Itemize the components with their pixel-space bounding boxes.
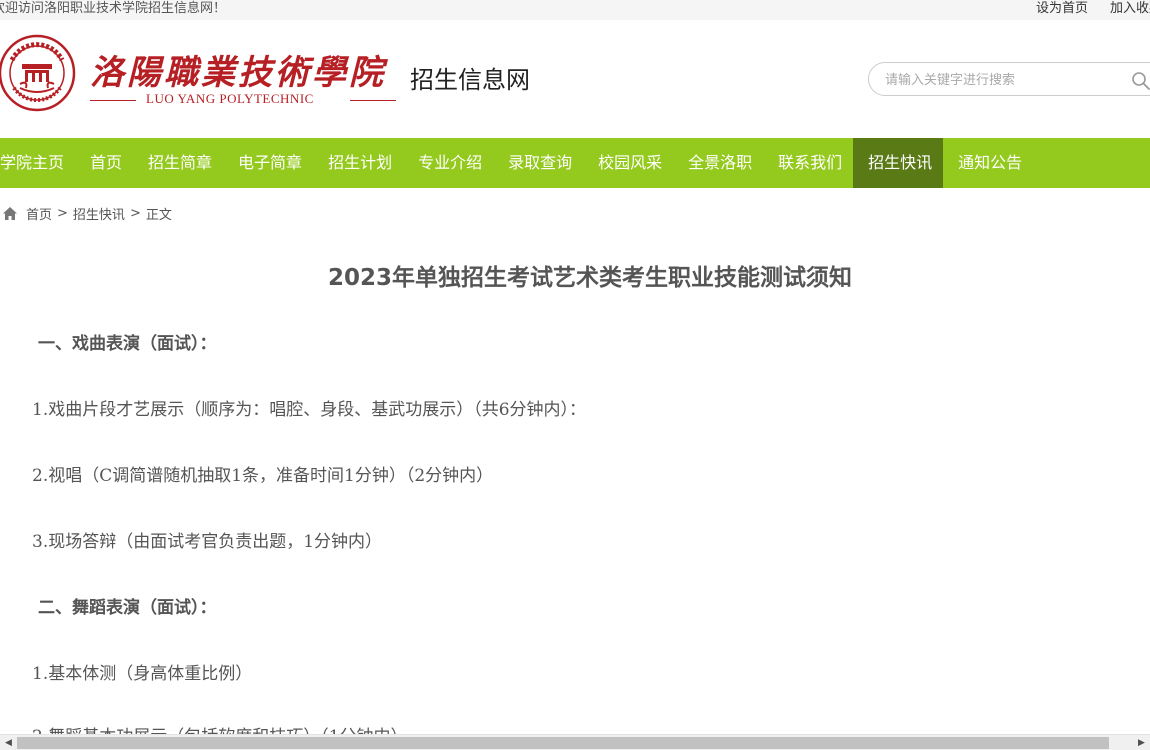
site-title: 招生信息网: [410, 66, 530, 94]
nav-item-contact[interactable]: 联系我们: [763, 138, 853, 188]
horizontal-scrollbar[interactable]: ◀ ▶: [0, 734, 1150, 750]
breadcrumb-home[interactable]: 首页: [26, 204, 52, 223]
welcome-text: 欢迎访问洛阳职业技术学院招生信息网！: [0, 1, 227, 16]
divider: [350, 100, 396, 101]
breadcrumb-current: 正文: [145, 208, 172, 223]
college-name-en: LUO YANG POLYTECHNIC: [146, 91, 314, 106]
nav-item-admission-brochure[interactable]: 招生简章: [133, 138, 223, 188]
breadcrumb: 首页 > 招生快讯 > 正文: [2, 204, 172, 223]
article-paragraph: 2.视唱（C调简谱随机抽取1条，准备时间1分钟）（2分钟内）: [32, 466, 494, 486]
college-name-en-wrap: LUO YANG POLYTECHNIC: [90, 90, 396, 110]
nav-item-home[interactable]: 首页: [75, 138, 133, 188]
scroll-left-arrow-icon[interactable]: ◀: [0, 735, 17, 750]
main-nav: 学院主页 首页 招生简章 电子简章 招生计划 专业介绍 录取查询 校园风采 全景…: [0, 138, 1150, 188]
search-box: [868, 62, 1150, 96]
search-icon[interactable]: [1131, 71, 1150, 91]
article-paragraph: 1.戏曲片段才艺展示（顺序为：唱腔、身段、基武功展示）（共6分钟内）：: [32, 400, 587, 420]
top-links: 设为首页 加入收藏: [1014, 0, 1150, 16]
section-heading: 一、戏曲表演（面试）：: [38, 334, 217, 354]
home-icon: [3, 207, 17, 220]
divider: [90, 100, 136, 101]
scroll-right-arrow-icon[interactable]: ▶: [1133, 735, 1150, 750]
nav-item-majors[interactable]: 专业介绍: [403, 138, 493, 188]
breadcrumb-separator: >: [57, 206, 68, 221]
article-title: 2023年单独招生考试艺术类考生职业技能测试须知: [327, 265, 852, 291]
nav-item-panorama[interactable]: 全景洛职: [673, 138, 763, 188]
nav-item-enrollment-plan[interactable]: 招生计划: [313, 138, 403, 188]
nav-item-admission-news[interactable]: 招生快讯: [853, 138, 944, 188]
nav-item-admission-query[interactable]: 录取查询: [493, 138, 583, 188]
nav-item-notices[interactable]: 通知公告: [943, 138, 1033, 188]
college-seal-icon[interactable]: [0, 34, 76, 112]
breadcrumb-section[interactable]: 招生快讯: [73, 204, 125, 223]
set-home-link[interactable]: 设为首页: [1036, 1, 1088, 16]
search-input[interactable]: [885, 70, 1115, 90]
article-paragraph: 3.现场答辩（由面试考官负责出题，1分钟内）: [32, 532, 383, 552]
nav-item-e-brochure[interactable]: 电子简章: [223, 138, 313, 188]
college-name-cn[interactable]: 洛陽職業技術學院: [90, 45, 386, 94]
breadcrumb-separator: >: [129, 206, 141, 221]
top-bar: 欢迎访问洛阳职业技术学院招生信息网！ 设为首页 加入收藏: [0, 0, 1150, 20]
add-favorite-link[interactable]: 加入收藏: [1110, 1, 1150, 16]
scrollbar-thumb[interactable]: [17, 737, 1109, 749]
nav-item-campus-scenery[interactable]: 校园风采: [583, 138, 673, 188]
site-header: 洛陽職業技術學院 LUO YANG POLYTECHNIC 招生信息网: [0, 20, 1150, 138]
nav-item-college-home[interactable]: 学院主页: [0, 138, 75, 188]
article-paragraph: 1.基本体测（身高体重比例）: [32, 664, 253, 684]
section-heading: 二、舞蹈表演（面试）：: [38, 598, 217, 618]
